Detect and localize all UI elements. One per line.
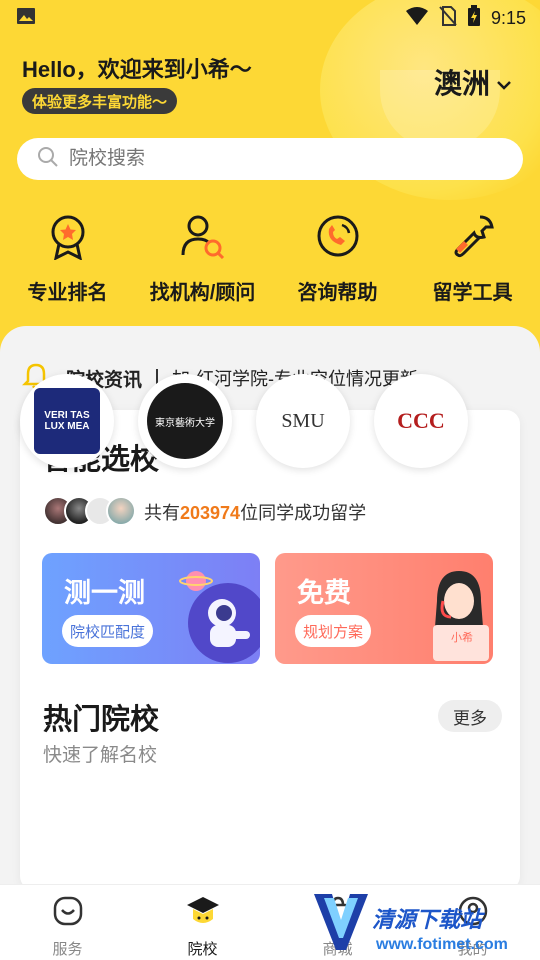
search-bar[interactable] [17, 138, 523, 180]
tab-service[interactable]: 服务 [0, 885, 135, 960]
quick-action-label: 找机构/顾问 [149, 282, 256, 304]
quick-action-label: 专业排名 [27, 282, 108, 304]
school-logo[interactable]: VERI TAS LUX MEA [20, 374, 114, 468]
ranking-medal-icon [42, 210, 94, 262]
graduation-cap-icon [185, 895, 221, 932]
astronaut-illustration [179, 571, 260, 663]
students-suffix: 位同学成功留学 [240, 503, 367, 523]
match-test-button[interactable]: 院校匹配度 [62, 615, 154, 647]
no-sim-icon [439, 5, 457, 31]
smart-select-card: 智能选校 共有203974位同学成功留学 测一测 院校匹配度 免费 规划方案 小… [20, 410, 520, 890]
tools-wrench-icon [447, 210, 499, 262]
match-test-title: 测一测 [64, 578, 145, 608]
quick-action-consultant[interactable]: 找机构/顾问 [135, 210, 270, 305]
school-carousel[interactable]: VERI TAS LUX MEA 東京藝術大学 SMU CCC [20, 374, 468, 468]
school-logo[interactable]: SMU [256, 374, 350, 468]
more-schools-button[interactable]: 更多 [438, 700, 502, 732]
consult-phone-icon [312, 210, 364, 262]
quick-action-label: 留学工具 [432, 282, 513, 304]
free-plan-button[interactable]: 规划方案 [295, 615, 372, 647]
battery-charging-icon [467, 4, 481, 32]
school-logo-ccc: CCC [383, 383, 459, 459]
school-logo-geidai: 東京藝術大学 [147, 383, 223, 459]
school-label: SMU [281, 409, 325, 432]
consultant-sign: 小希 [451, 632, 473, 644]
hot-schools-subtitle: 快速了解名校 [43, 745, 158, 766]
free-plan-title: 免费 [297, 578, 351, 608]
hot-schools-title: 热门院校 [43, 704, 160, 736]
tab-schools[interactable]: 院校 [135, 885, 270, 960]
school-logo-yonsei: VERI TAS LUX MEA [34, 388, 100, 454]
status-time: 9:15 [490, 7, 526, 28]
tab-label: 服务 [52, 941, 83, 958]
school-logo[interactable]: 東京藝術大学 [138, 374, 232, 468]
region-label: 澳洲 [433, 68, 490, 99]
region-selector[interactable]: 澳洲 [434, 62, 512, 102]
search-input[interactable] [69, 148, 449, 170]
students-count: 203974 [180, 503, 241, 523]
match-test-banner[interactable]: 测一测 院校匹配度 [42, 553, 260, 664]
chevron-down-icon [496, 66, 512, 98]
quick-action-consult[interactable]: 咨询帮助 [270, 210, 405, 305]
service-face-icon [52, 895, 84, 932]
consultant-illustration [433, 571, 489, 661]
tab-label: 院校 [187, 941, 218, 958]
school-label: CCC [397, 408, 445, 433]
avatar [106, 496, 136, 526]
feature-badge[interactable]: 体验更多丰富功能～ [22, 88, 178, 114]
school-label: 東京藝術大学 [155, 417, 215, 429]
students-count-text: 共有203974位同学成功留学 [144, 499, 366, 525]
free-plan-banner[interactable]: 免费 规划方案 小希 [275, 553, 493, 664]
find-consultant-icon [177, 210, 229, 262]
quick-actions: 专业排名 找机构/顾问 咨询帮助 留学工具 [0, 210, 540, 305]
school-label: VERI TAS LUX MEA [44, 410, 90, 432]
students-prefix: 共有 [144, 503, 180, 523]
watermark: 清源下载站 www.fotimet.com [312, 884, 512, 960]
quick-action-ranking[interactable]: 专业排名 [0, 210, 135, 305]
quick-action-tools[interactable]: 留学工具 [405, 210, 540, 305]
status-bar: 9:15 [0, 0, 540, 36]
school-logo-smu: SMU [265, 383, 341, 459]
search-icon [37, 146, 59, 173]
gallery-icon [16, 6, 36, 31]
school-logo[interactable]: CCC [374, 374, 468, 468]
greeting-text: Hello，欢迎来到小希～ [22, 57, 252, 82]
quick-action-label: 咨询帮助 [297, 282, 378, 304]
student-avatars [43, 496, 136, 526]
watermark-logo-icon [314, 894, 368, 950]
watermark-text: 清源下载站 [372, 907, 483, 932]
watermark-url: www.fotimet.com [376, 936, 508, 953]
wifi-icon [405, 6, 429, 31]
